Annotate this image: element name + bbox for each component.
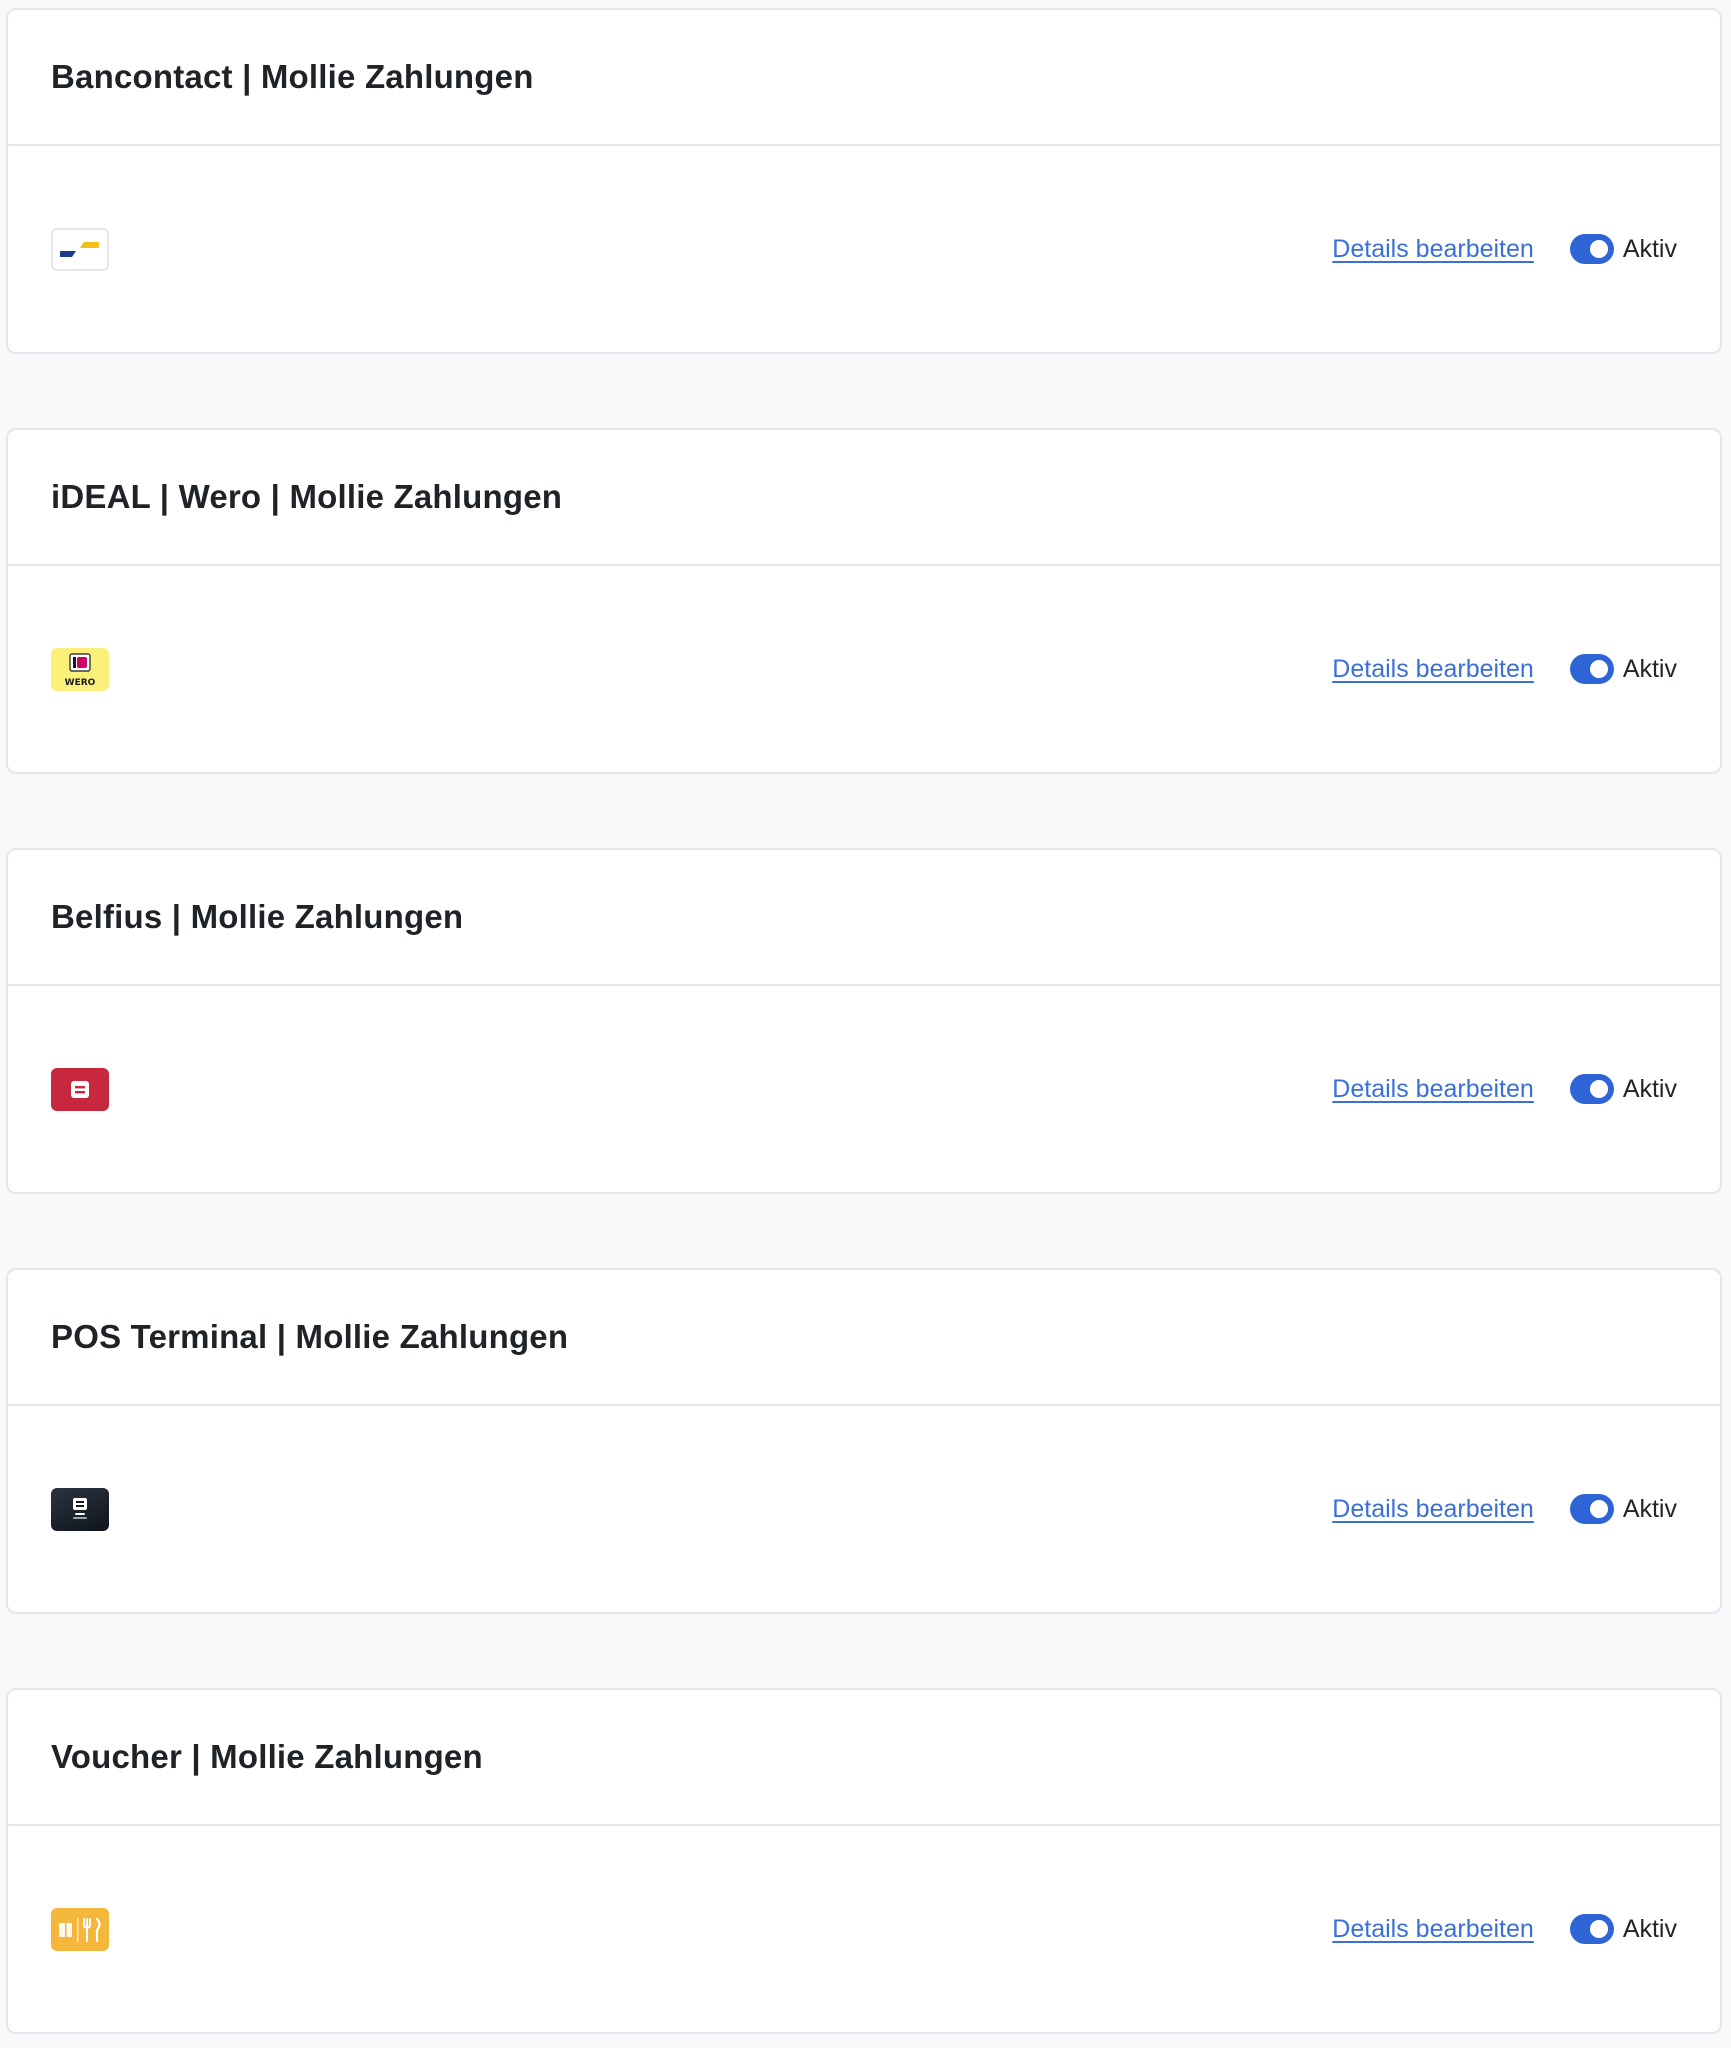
status-label: Aktiv: [1622, 1494, 1677, 1523]
ideal-wero-logo-icon: WERO: [51, 647, 109, 691]
edit-details-link[interactable]: Details bearbeiten: [1332, 1495, 1534, 1524]
edit-details-link[interactable]: Details bearbeiten: [1332, 1915, 1534, 1944]
card-header: Belfius | Mollie Zahlungen: [8, 850, 1720, 986]
belfius-logo-icon: [51, 1067, 109, 1111]
edit-details-link[interactable]: Details bearbeiten: [1332, 235, 1534, 264]
card-header: iDEAL | Wero | Mollie Zahlungen: [8, 430, 1720, 566]
payment-method-card-ideal-wero: iDEAL | Wero | Mollie Zahlungen WERO Det…: [6, 428, 1722, 774]
payment-method-card-belfius: Belfius | Mollie Zahlungen Details bearb…: [6, 848, 1722, 1194]
svg-text:WERO: WERO: [65, 678, 96, 688]
card-title: Voucher | Mollie Zahlungen: [51, 1738, 483, 1775]
status-label: Aktiv: [1622, 654, 1677, 683]
toggle-knob: [1589, 1920, 1608, 1938]
active-toggle[interactable]: [1569, 654, 1614, 684]
status-label: Aktiv: [1622, 1074, 1677, 1103]
payment-method-card-voucher: Voucher | Mollie Zahlungen Details bearb…: [6, 1688, 1722, 2034]
status-label: Aktiv: [1622, 234, 1677, 263]
card-body: Details bearbeiten Aktiv: [8, 1826, 1720, 2032]
status-label: Aktiv: [1622, 1914, 1677, 1943]
card-body: WERO Details bearbeiten Aktiv: [8, 566, 1720, 772]
active-toggle[interactable]: [1569, 1494, 1614, 1524]
card-body: Details bearbeiten Aktiv: [8, 1406, 1720, 1612]
card-header: Voucher | Mollie Zahlungen: [8, 1690, 1720, 1826]
toggle-knob: [1589, 1500, 1608, 1518]
card-header: Bancontact | Mollie Zahlungen: [8, 10, 1720, 146]
edit-details-link[interactable]: Details bearbeiten: [1332, 655, 1534, 684]
toggle-knob: [1589, 240, 1608, 258]
bancontact-logo-icon: [51, 227, 109, 271]
card-body: Details bearbeiten Aktiv: [8, 986, 1720, 1192]
card-actions: Details bearbeiten Aktiv: [1332, 1074, 1677, 1104]
pos-terminal-logo-icon: [51, 1487, 109, 1531]
active-toggle[interactable]: [1569, 1914, 1614, 1944]
payment-method-card-pos-terminal: POS Terminal | Mollie Zahlungen Details …: [6, 1268, 1722, 1614]
active-toggle[interactable]: [1569, 1074, 1614, 1104]
card-header: POS Terminal | Mollie Zahlungen: [8, 1270, 1720, 1406]
voucher-logo-icon: [51, 1907, 109, 1951]
card-actions: Details bearbeiten Aktiv: [1332, 654, 1677, 684]
toggle-knob: [1589, 1080, 1608, 1098]
card-title: POS Terminal | Mollie Zahlungen: [51, 1318, 569, 1355]
payment-methods-page: Bancontact | Mollie Zahlungen Details be…: [0, 0, 1731, 2048]
card-body: Details bearbeiten Aktiv: [8, 146, 1720, 352]
payment-method-card-bancontact: Bancontact | Mollie Zahlungen Details be…: [6, 8, 1722, 354]
card-title: iDEAL | Wero | Mollie Zahlungen: [51, 478, 563, 515]
card-actions: Details bearbeiten Aktiv: [1332, 1914, 1677, 1944]
card-actions: Details bearbeiten Aktiv: [1332, 1494, 1677, 1524]
card-title: Belfius | Mollie Zahlungen: [51, 898, 464, 935]
card-title: Bancontact | Mollie Zahlungen: [51, 58, 534, 95]
card-actions: Details bearbeiten Aktiv: [1332, 234, 1677, 264]
toggle-knob: [1589, 660, 1608, 678]
edit-details-link[interactable]: Details bearbeiten: [1332, 1075, 1534, 1104]
active-toggle[interactable]: [1569, 234, 1614, 264]
